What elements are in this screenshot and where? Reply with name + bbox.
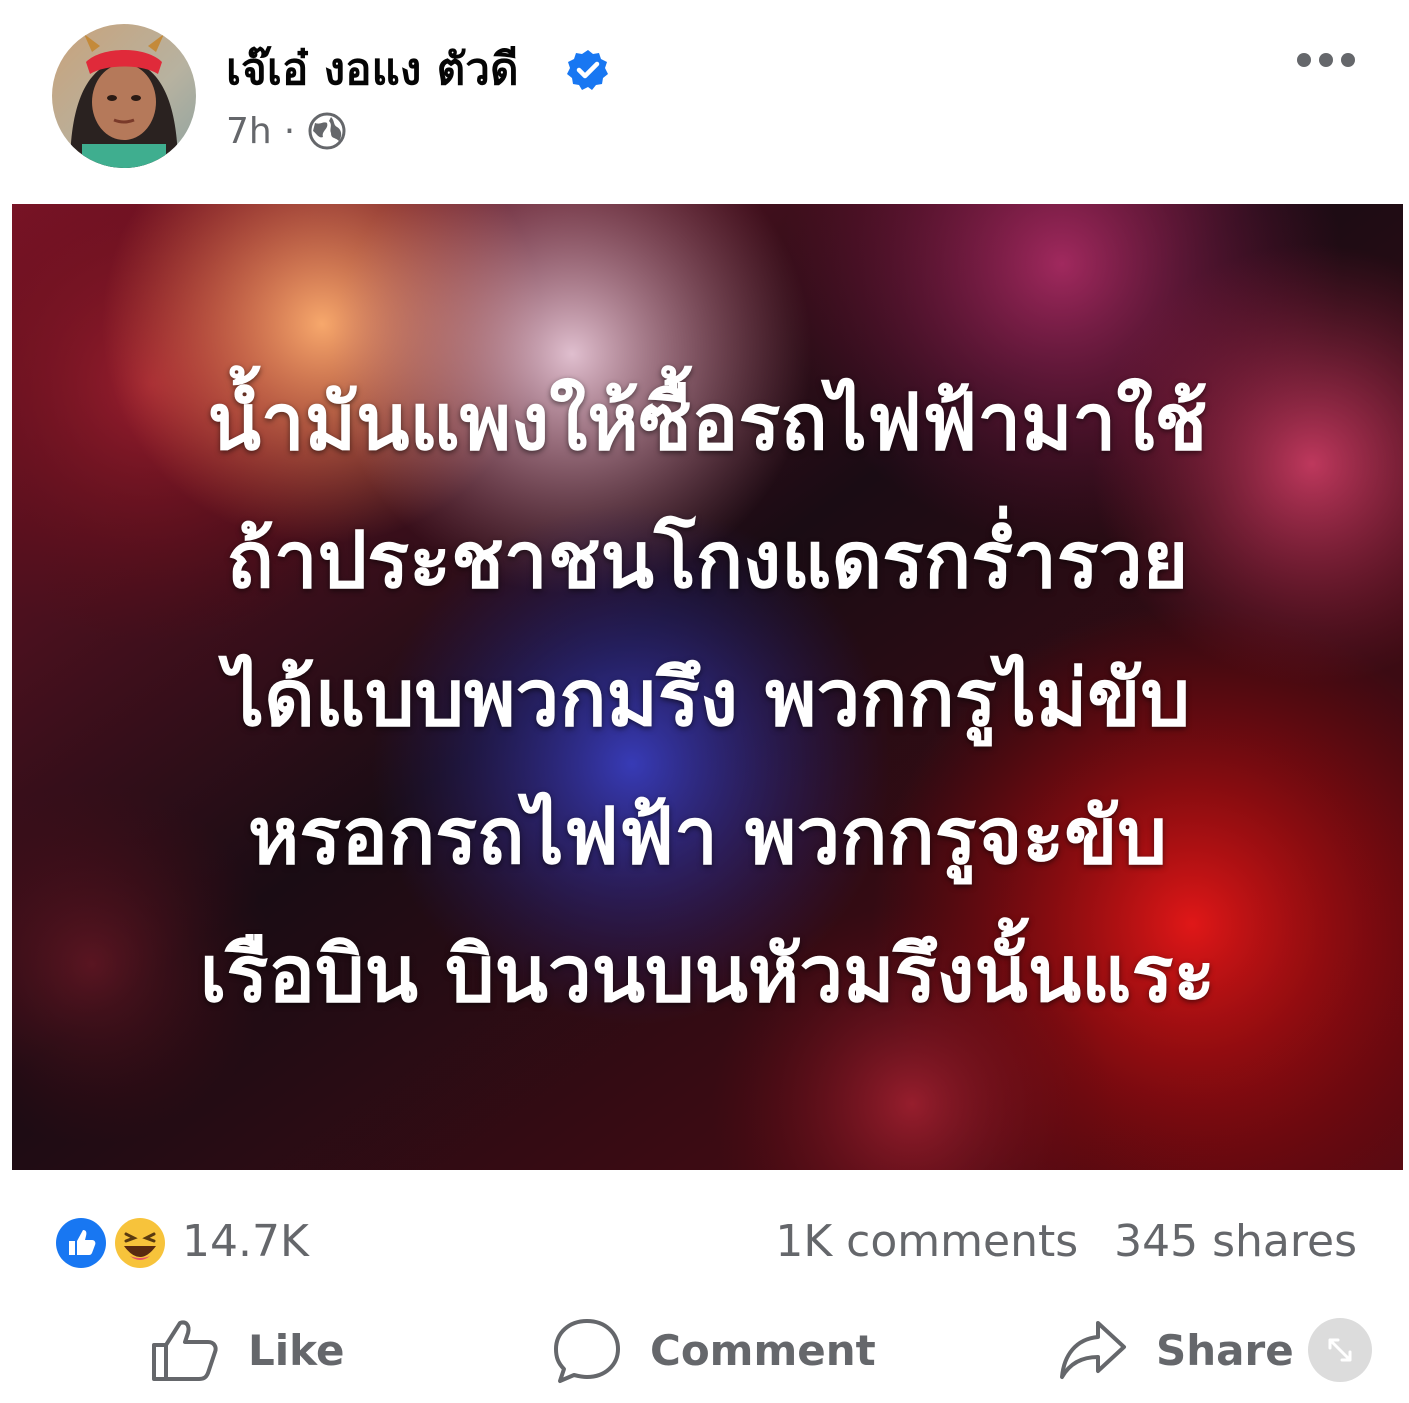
post-image[interactable]: น้ำมันแพงให้ซื้อรถไฟฟ้ามาใช้ ถ้าประชาชนโ… (12, 204, 1403, 1170)
author-avatar[interactable] (52, 24, 196, 168)
comments-count[interactable]: 1K comments (775, 1212, 1078, 1272)
post-text-line: หรอกรถไฟฟ้า พวกกรูจะขับ (247, 792, 1168, 882)
shares-count[interactable]: 345 shares (1114, 1212, 1357, 1272)
expand-button[interactable] (1308, 1318, 1372, 1382)
post-text-line: ถ้าประชาชนโกงแดรกร่ำรวย (226, 516, 1189, 606)
post-text: น้ำมันแพงให้ซื้อรถไฟฟ้ามาใช้ ถ้าประชาชนโ… (12, 354, 1403, 1044)
post-header: เจ๊เอ๋ งอแง ตัวดี 7h · (0, 0, 1409, 200)
like-label: Like (248, 1325, 345, 1375)
reaction-count[interactable]: 14.7K (182, 1212, 309, 1272)
speech-bubble-icon (554, 1319, 620, 1383)
comment-label: Comment (650, 1325, 876, 1375)
more-icon[interactable] (1290, 40, 1362, 80)
post-text-line: น้ำมันแพงให้ซื้อรถไฟฟ้ามาใช้ (207, 378, 1208, 468)
verified-badge-icon (567, 50, 608, 90)
post-actions: Like Comment Share (0, 1300, 1409, 1400)
meta-separator: · (283, 110, 296, 152)
haha-reaction-icon (113, 1216, 167, 1270)
post-text-line: ได้แบบพวกมรึง พวกกรูไม่ขับ (224, 654, 1191, 744)
like-button[interactable]: Like (150, 1314, 344, 1386)
comment-button[interactable]: Comment (552, 1314, 876, 1386)
post-text-line: เรือบิน บินวนบนหัวมรึงนั้นแระ (199, 930, 1216, 1020)
post-timestamp[interactable]: 7h (226, 111, 272, 152)
thumbs-up-icon (152, 1320, 218, 1381)
like-reaction-icon (54, 1216, 108, 1270)
share-label: Share (1156, 1325, 1294, 1375)
post-stats: 14.7K 1K comments 345 shares (0, 1200, 1409, 1290)
share-button[interactable]: Share (1058, 1314, 1294, 1386)
reaction-icons[interactable] (52, 1214, 170, 1272)
globe-icon[interactable] (307, 111, 347, 151)
post-stats-right: 1K comments 345 shares (775, 1212, 1357, 1272)
expand-icon (1328, 1338, 1352, 1362)
post-meta: 7h · (226, 108, 347, 154)
author-name[interactable]: เจ๊เอ๋ งอแง ตัวดี (226, 40, 519, 100)
share-arrow-icon (1060, 1321, 1126, 1379)
